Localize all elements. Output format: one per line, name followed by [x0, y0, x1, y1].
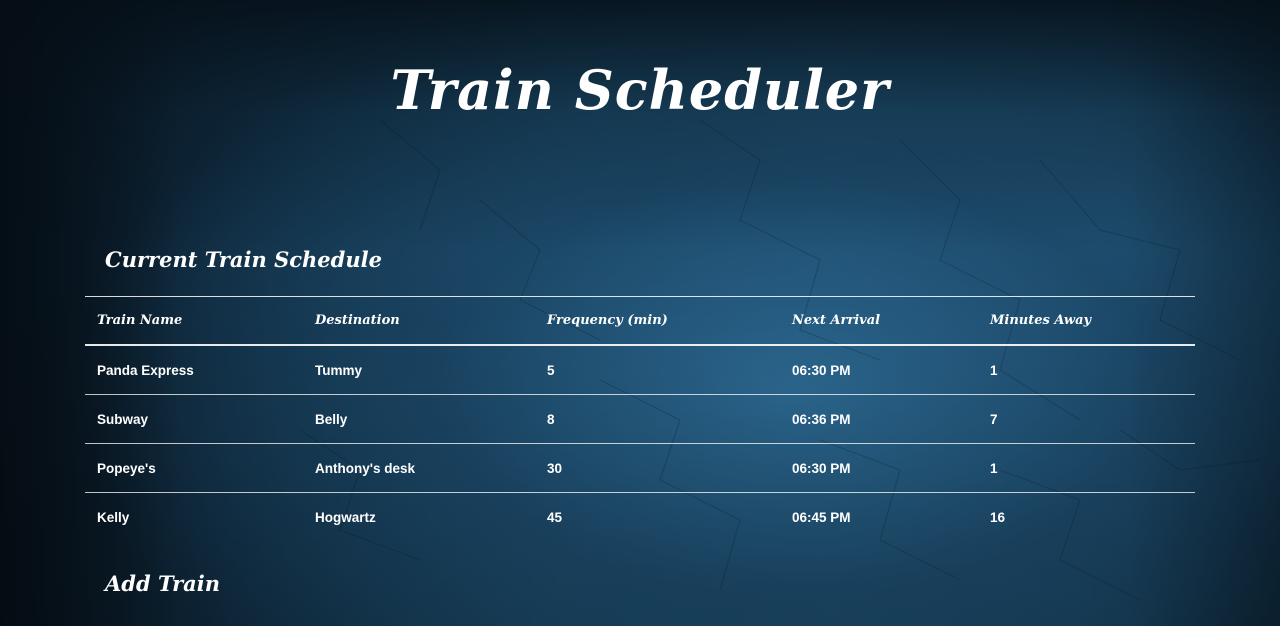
train-name-cell: Popeye's	[85, 443, 303, 493]
destination-cell: Belly	[303, 394, 535, 444]
table-row: Subway Belly 8 06:36 PM 7	[85, 394, 1195, 444]
frequency-cell: 30	[535, 443, 780, 493]
minutes-away-cell: 1	[978, 443, 1195, 493]
schedule-section-title: Current Train Schedule	[105, 247, 382, 272]
table-row: Popeye's Anthony's desk 30 06:30 PM 1	[85, 443, 1195, 493]
next-arrival-cell: 06:36 PM	[780, 394, 978, 444]
column-header-minutes-away: Minutes Away	[978, 296, 1195, 346]
train-name-cell: Panda Express	[85, 345, 303, 395]
frequency-cell: 5	[535, 345, 780, 395]
page-title: Train Scheduler	[390, 58, 890, 122]
destination-cell: Hogwartz	[315, 509, 376, 525]
next-arrival-cell: 06:30 PM	[780, 345, 978, 395]
column-header-destination: Destination	[303, 296, 535, 346]
minutes-away-cell: 1	[978, 345, 1195, 395]
destination-cell: Anthony's desk	[303, 443, 535, 493]
next-arrival-cell: 06:45 PM	[792, 509, 851, 525]
train-name-cell: Subway	[85, 394, 303, 444]
frequency-cell: 8	[535, 394, 780, 444]
column-header-next-arrival: Next Arrival	[780, 296, 978, 346]
frequency-cell: 45	[547, 509, 563, 525]
table-header-row: Train Name Destination Frequency (min) N…	[85, 296, 1195, 346]
train-name-cell: Kelly	[97, 509, 130, 525]
column-header-train-name: Train Name	[85, 296, 303, 346]
table-row: Kelly Hogwartz 45 06:45 PM 16	[85, 493, 1195, 542]
next-arrival-cell: 06:30 PM	[780, 443, 978, 493]
add-train-section-title: Add Train	[105, 571, 220, 596]
train-schedule-table: Train Name Destination Frequency (min) N…	[85, 296, 1195, 541]
table-row: Panda Express Tummy 5 06:30 PM 1	[85, 345, 1195, 395]
column-header-frequency: Frequency (min)	[535, 296, 780, 346]
minutes-away-cell: 16	[990, 509, 1006, 525]
minutes-away-cell: 7	[978, 394, 1195, 444]
destination-cell: Tummy	[303, 345, 535, 395]
